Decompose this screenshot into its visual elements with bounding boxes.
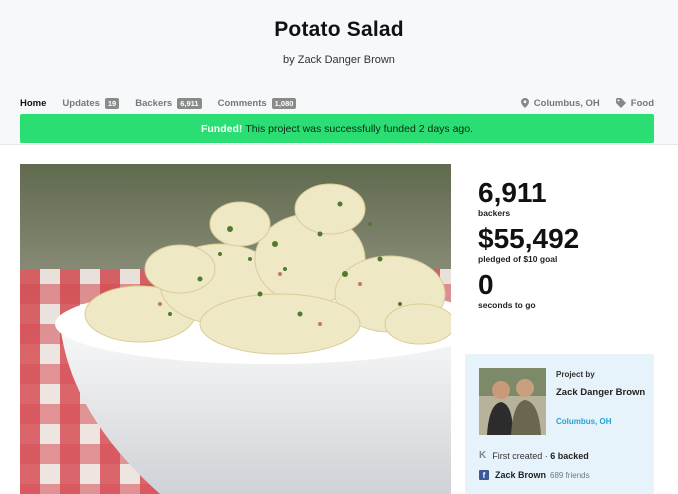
map-pin-icon [520, 98, 529, 108]
potato-salad-image [20, 164, 451, 494]
creator-avatar[interactable] [479, 368, 546, 435]
funded-strong: Funded! [200, 122, 243, 135]
funding-stats: 6,911 backers $55,492 pledged of $10 goa… [478, 178, 658, 316]
tab-backers-label: Backers [135, 97, 173, 109]
tab-comments-label: Comments [217, 97, 267, 109]
funded-banner: Funded! This project was successfully fu… [20, 114, 654, 143]
updates-count-badge: 19 [104, 97, 120, 109]
project-nav: Home Updates 19 Backers 6,911 Comments 1… [20, 96, 312, 110]
backers-count: 6,911 [478, 177, 547, 208]
creator-name[interactable]: Zack Danger Brown [556, 387, 646, 399]
tab-updates-label: Updates [62, 97, 100, 109]
comments-count-badge: 1,080 [271, 97, 297, 109]
project-byline[interactable]: by Zack Danger Brown [0, 54, 678, 66]
tag-icon [615, 98, 626, 108]
project-by-label: Project by [556, 370, 595, 379]
location-link[interactable]: Columbus, OH [520, 97, 600, 109]
time-remaining: 0 [478, 269, 494, 300]
funded-text: This project was successfully funded 2 d… [245, 122, 474, 135]
tab-home-label: Home [20, 97, 47, 109]
pledged-label: pledged of $10 goal [478, 254, 558, 264]
created-label: First created [492, 450, 543, 461]
tab-updates[interactable]: Updates 19 [62, 97, 120, 109]
facebook-name[interactable]: Zack Brown [495, 470, 546, 480]
category-link[interactable]: Food [615, 97, 654, 109]
time-label: seconds to go [478, 300, 536, 310]
creator-photo [479, 368, 546, 435]
backers-label: backers [478, 208, 511, 218]
project-photo[interactable] [20, 164, 451, 494]
project-meta: Columbus, OH Food [505, 96, 654, 110]
tab-comments[interactable]: Comments 1,080 [217, 97, 297, 109]
backers-count-badge: 6,911 [177, 97, 202, 109]
creator-card: Project by Zack Danger Brown Columbus, O… [465, 354, 654, 494]
facebook-row: f Zack Brown 689 friends [479, 470, 590, 480]
facebook-friends: 689 friends [550, 470, 590, 480]
tab-backers[interactable]: Backers 6,911 [135, 97, 202, 109]
backed-count: 6 backed [550, 450, 589, 461]
pledged-amount: $55,492 [478, 223, 580, 254]
created-separator: · [542, 450, 551, 461]
project-title: Potato Salad [274, 18, 404, 41]
tab-home[interactable]: Home [20, 98, 46, 109]
location-label: Columbus, OH [533, 97, 600, 109]
created-backed-row: K First created · 6 backed [479, 450, 589, 461]
facebook-icon: f [479, 470, 489, 480]
creator-location[interactable]: Columbus, OH [556, 417, 612, 426]
category-label: Food [630, 97, 654, 109]
kickstarter-icon: K [479, 450, 487, 461]
